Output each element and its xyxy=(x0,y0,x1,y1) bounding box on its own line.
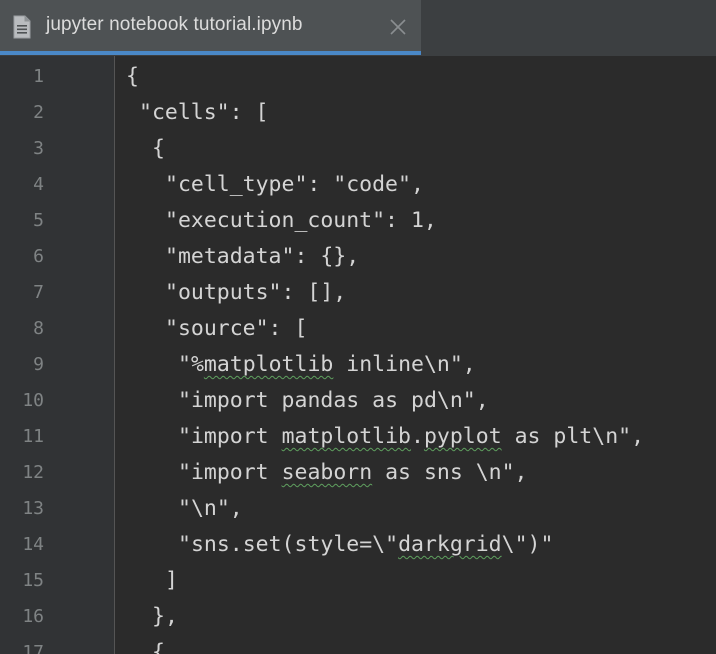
code-line[interactable]: 13 "\n", xyxy=(0,490,716,526)
code-segment: "cell_type": "code", xyxy=(165,172,424,197)
spellcheck-typo: darkgrid xyxy=(398,532,502,557)
line-number: 6 xyxy=(33,246,44,267)
line-number: 16 xyxy=(22,606,44,627)
code-text: { xyxy=(126,64,139,89)
code-segment: "metadata": {}, xyxy=(165,244,360,269)
code-segment: "cells": [ xyxy=(139,100,269,125)
code-segment: { xyxy=(152,640,165,654)
code-segment: { xyxy=(152,136,165,161)
code-line[interactable]: 12 "import seaborn as sns \n", xyxy=(0,454,716,490)
code-segment: "sns.set(style=\" xyxy=(178,532,399,557)
code-segment: as sns \n", xyxy=(372,460,528,485)
code-text: "source": [ xyxy=(165,316,307,341)
code-segment: "execution_count": 1, xyxy=(165,208,437,233)
line-number: 14 xyxy=(22,534,44,555)
editor-tab-bar: jupyter notebook tutorial.ipynb xyxy=(0,0,716,56)
line-number: 2 xyxy=(33,102,44,123)
line-number: 17 xyxy=(22,642,44,654)
code-line[interactable]: 14 "sns.set(style=\"darkgrid\")" xyxy=(0,526,716,562)
code-text: { xyxy=(152,640,165,654)
code-segment: "source": [ xyxy=(165,316,308,341)
code-segment: "% xyxy=(178,352,204,377)
code-line[interactable]: 5 "execution_count": 1, xyxy=(0,202,716,238)
code-line[interactable]: 1{ xyxy=(0,58,716,94)
code-text: "import seaborn as sns \n", xyxy=(178,460,528,485)
code-text: "import pandas as pd\n", xyxy=(178,388,489,413)
spellcheck-typo: matplotlib xyxy=(203,352,334,377)
spellcheck-typo: pyplot xyxy=(423,424,502,449)
code-segment: inline\n", xyxy=(333,352,476,377)
code-text: "cells": [ xyxy=(139,100,268,125)
code-segment: "outputs": [], xyxy=(165,280,347,305)
line-number: 5 xyxy=(33,210,44,231)
line-number: 4 xyxy=(33,174,44,195)
code-line[interactable]: 9 "%matplotlib inline\n", xyxy=(0,346,716,382)
code-line[interactable]: 16}, xyxy=(0,598,716,634)
code-segment: \")" xyxy=(501,532,554,557)
code-text: "execution_count": 1, xyxy=(165,208,437,233)
code-editor[interactable]: 1{2 "cells": [3{4 "cell_type": "code", 5 "ex… xyxy=(0,56,716,654)
code-line[interactable]: 6 "metadata": {}, xyxy=(0,238,716,274)
code-line[interactable]: 7 "outputs": [], xyxy=(0,274,716,310)
code-segment: "import xyxy=(178,460,282,485)
spellcheck-typo: matplotlib xyxy=(281,424,412,449)
spellcheck-typo: seaborn xyxy=(281,460,373,485)
file-icon xyxy=(12,15,32,39)
code-text: "metadata": {}, xyxy=(165,244,359,269)
code-segment: { xyxy=(126,64,139,89)
ide-window: jupyter notebook tutorial.ipynb 1{2 "cell… xyxy=(0,0,716,654)
code-line[interactable]: 4 "cell_type": "code", xyxy=(0,166,716,202)
line-number: 13 xyxy=(22,498,44,519)
code-line[interactable]: 2 "cells": [ xyxy=(0,94,716,130)
code-text: "import matplotlib.pyplot as plt\n", xyxy=(178,424,644,449)
tab-jupyter-notebook-tutorial[interactable]: jupyter notebook tutorial.ipynb xyxy=(0,0,421,55)
line-number: 1 xyxy=(33,66,44,87)
code-segment: "import pandas as pd\n", xyxy=(178,388,489,413)
line-number: 8 xyxy=(33,318,44,339)
code-segment: ] xyxy=(165,568,178,593)
line-number: 7 xyxy=(33,282,44,303)
close-icon[interactable] xyxy=(388,17,408,37)
line-number: 15 xyxy=(22,570,44,591)
line-number: 11 xyxy=(22,426,44,447)
code-text: "\n", xyxy=(178,496,243,521)
line-number: 10 xyxy=(22,390,44,411)
code-segment: as plt\n", xyxy=(501,424,645,449)
code-text: "sns.set(style=\"darkgrid\")" xyxy=(178,532,553,557)
code-line[interactable]: 3{ xyxy=(0,130,716,166)
code-text: "%matplotlib inline\n", xyxy=(178,352,476,377)
code-line[interactable]: 10 "import pandas as pd\n", xyxy=(0,382,716,418)
code-text: { xyxy=(152,136,165,161)
code-line[interactable]: 17 { xyxy=(0,634,716,654)
tab-title: jupyter notebook tutorial.ipynb xyxy=(46,14,303,35)
code-segment: }, xyxy=(152,604,178,629)
code-text: "outputs": [], xyxy=(165,280,346,305)
line-number: 12 xyxy=(22,462,44,483)
line-number: 9 xyxy=(33,354,44,375)
code-segment: . xyxy=(411,424,424,449)
code-segment: "\n", xyxy=(178,496,243,521)
code-line[interactable]: 8 "source": [ xyxy=(0,310,716,346)
code-text: ] xyxy=(165,568,178,593)
code-text: }, xyxy=(152,604,178,629)
code-line[interactable]: 11 "import matplotlib.pyplot as plt\n", xyxy=(0,418,716,454)
code-line[interactable]: 15] xyxy=(0,562,716,598)
code-segment: "import xyxy=(178,424,282,449)
code-text: "cell_type": "code", xyxy=(165,172,424,197)
line-number: 3 xyxy=(33,138,44,159)
